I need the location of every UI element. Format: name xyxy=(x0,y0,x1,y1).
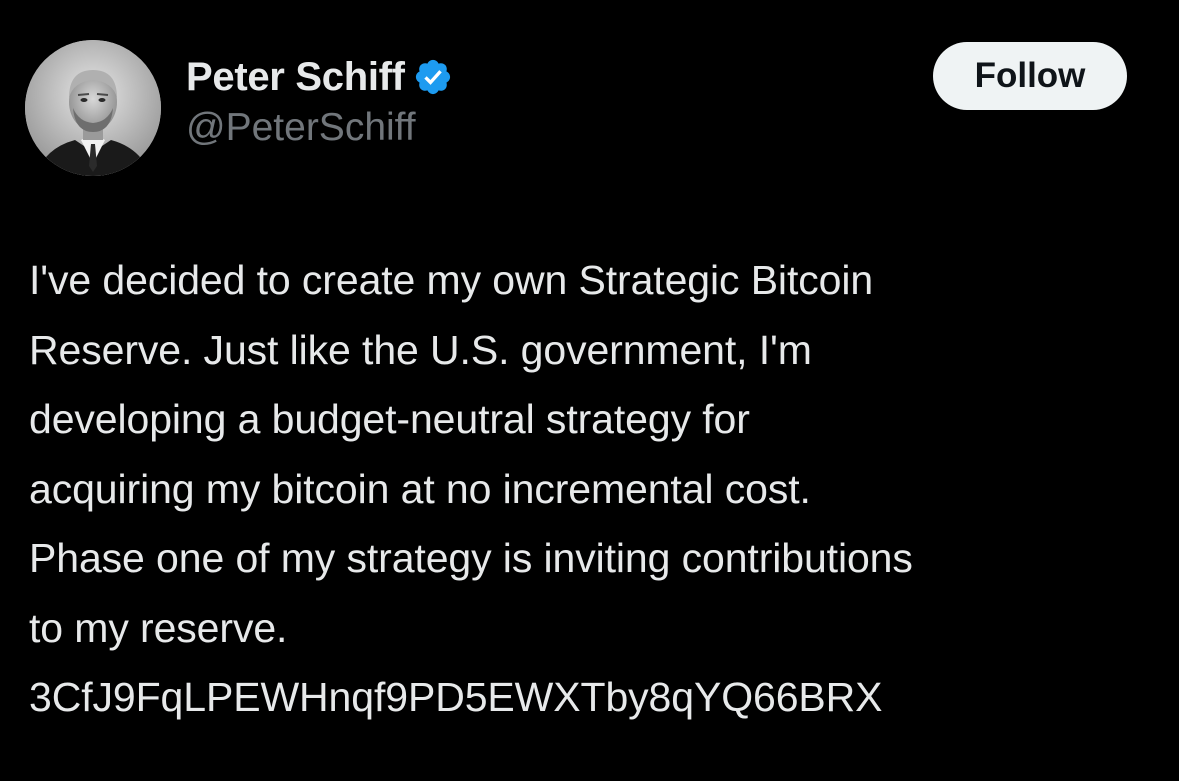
avatar-photo xyxy=(25,40,161,176)
bitcoin-address: 3CfJ9FqLPEWHnqf9PD5EWXTby8qYQ66BRX xyxy=(29,674,883,720)
follow-button[interactable]: Follow xyxy=(933,42,1127,110)
tweet-text-line: to my reserve. xyxy=(29,604,288,651)
tweet-text: I've decided to create my own Strategic … xyxy=(29,246,1159,733)
author-info: Peter Schiff @PeterSchiff xyxy=(186,52,453,150)
verified-badge-icon[interactable] xyxy=(413,57,453,97)
tweet-text-line: Reserve. Just like the U.S. government, … xyxy=(29,326,812,373)
display-name[interactable]: Peter Schiff xyxy=(186,55,405,100)
tweet-text-line: I've decided to create my own Strategic … xyxy=(29,257,874,303)
tweet-text-line: acquiring my bitcoin at no incremental c… xyxy=(29,465,811,512)
tweet-card: Peter Schiff @PeterSchiff Follow I've de… xyxy=(0,0,1179,781)
tweet-text-line: developing a budget-neutral strategy for xyxy=(29,396,750,442)
tweet-text-line: Phase one of my strategy is inviting con… xyxy=(29,535,913,581)
name-row: Peter Schiff xyxy=(186,52,453,102)
user-handle[interactable]: @PeterSchiff xyxy=(186,106,453,150)
avatar[interactable] xyxy=(25,40,161,176)
